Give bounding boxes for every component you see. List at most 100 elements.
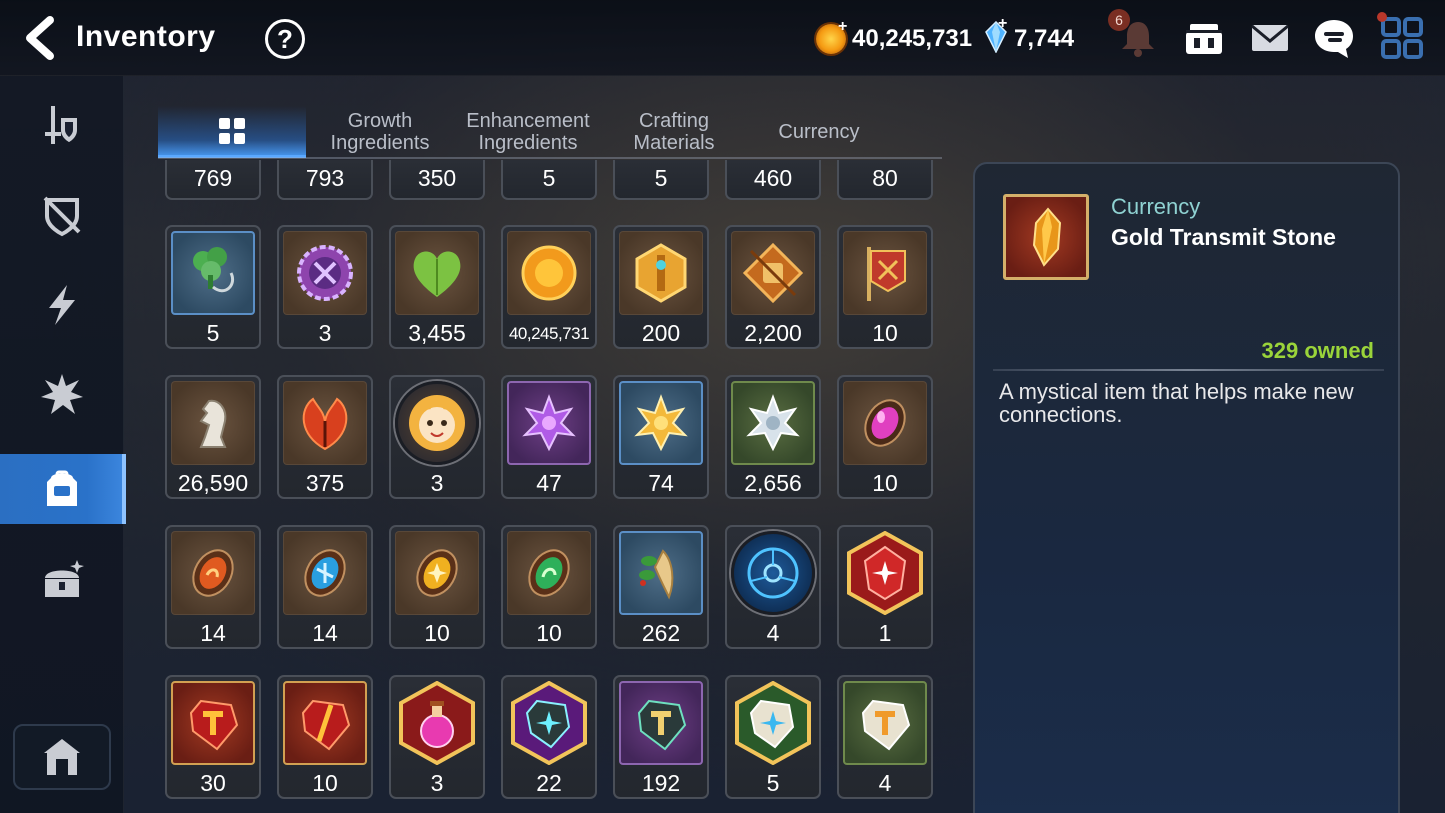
item-quantity: 5 (766, 770, 780, 796)
nav-artifacts[interactable] (0, 180, 124, 250)
item-slot[interactable]: 74 (613, 375, 709, 499)
item-quantity: 1 (878, 620, 892, 646)
item-quantity: 10 (536, 620, 562, 646)
item-slot[interactable]: 4 (837, 675, 933, 799)
item-quantity: 3,455 (408, 320, 466, 346)
nav-equipment[interactable] (0, 90, 124, 160)
nav-catalysts[interactable] (0, 270, 124, 340)
blue-circuit-icon (747, 547, 799, 599)
item-quantity: 200 (641, 320, 681, 346)
item-slot[interactable]: 5 (501, 160, 597, 200)
nav-materials[interactable] (0, 454, 126, 524)
item-slot[interactable]: 375 (277, 375, 373, 499)
item-slot[interactable]: 26,590 (165, 375, 261, 499)
item-quantity: 769 (193, 165, 233, 191)
detail-item-name: Gold Transmit Stone (1111, 224, 1336, 250)
red-transmit-stone-icon (301, 699, 351, 751)
item-slot[interactable]: 793 (277, 160, 373, 200)
clover-pendant-icon (193, 247, 234, 293)
item-slot[interactable]: 5 (613, 160, 709, 200)
item-quantity: 14 (200, 620, 226, 646)
red-star-hex-icon (847, 531, 923, 615)
fire-rune-icon (192, 549, 234, 597)
chat-icon[interactable] (1312, 16, 1356, 60)
red-leaf-icon (302, 397, 348, 451)
tab-all[interactable] (158, 106, 306, 158)
item-slot[interactable]: 47 (501, 375, 597, 499)
item-slot[interactable]: 4 (725, 525, 821, 649)
tab-growth-ingredients[interactable]: Growth Ingredients (308, 106, 452, 158)
house-storage-icon (44, 739, 80, 775)
item-slot[interactable]: 3 (389, 675, 485, 799)
item-quantity: 14 (312, 620, 338, 646)
pink-gem-icon (864, 399, 906, 447)
item-slot[interactable]: 3 (277, 225, 373, 349)
item-quantity: 10 (872, 320, 898, 346)
storage-button[interactable] (13, 724, 111, 790)
backpack-icon (47, 470, 77, 506)
item-quantity: 10 (872, 470, 898, 496)
all-items-grid-icon (219, 117, 245, 144)
item-slot[interactable]: 80 (837, 160, 933, 200)
item-slot[interactable]: 460 (725, 160, 821, 200)
nav-chest[interactable] (0, 546, 124, 616)
menu-grid-icon[interactable] (1380, 16, 1424, 60)
help-button[interactable]: ? (265, 19, 305, 59)
item-slot[interactable]: 200 (613, 225, 709, 349)
menu-alert-dot (1377, 12, 1387, 22)
light-rune-icon (416, 549, 458, 597)
item-quantity: 30 (200, 770, 226, 796)
item-slot[interactable]: 262 (613, 525, 709, 649)
crystal-resource[interactable]: + 7,744 (984, 15, 1074, 56)
nav-sets[interactable] (0, 360, 124, 430)
item-grid: 769 793 350 5 5 460 80 5 3 3,455 40,245,… (158, 160, 942, 813)
shop-icon[interactable] (1182, 16, 1226, 60)
back-arrow-icon[interactable] (20, 14, 64, 62)
item-slot[interactable]: 10 (277, 675, 373, 799)
gold-resource[interactable]: + 40,245,731 (816, 18, 973, 56)
item-slot[interactable]: 2,656 (725, 375, 821, 499)
purple-stone-icon (637, 699, 687, 751)
item-quantity: 47 (536, 470, 562, 496)
add-crystal-icon[interactable]: + (998, 15, 1007, 33)
item-slot[interactable]: 5 (165, 225, 261, 349)
item-slot[interactable]: 3,455 (389, 225, 485, 349)
gold-lotus-icon (634, 394, 688, 452)
item-quantity: 4 (766, 620, 780, 646)
item-quantity: 460 (753, 165, 793, 191)
item-slot[interactable]: 14 (277, 525, 373, 649)
item-slot[interactable]: 30 (165, 675, 261, 799)
item-slot[interactable]: 769 (165, 160, 261, 200)
tab-enhancement-ingredients[interactable]: Enhancement Ingredients (454, 106, 602, 158)
item-quantity: 22 (536, 770, 562, 796)
item-slot[interactable]: 192 (613, 675, 709, 799)
silver-lotus-icon (746, 394, 800, 452)
item-quantity: 26,590 (177, 470, 249, 496)
sword-shield-icon (45, 106, 77, 144)
item-slot[interactable]: 3 (389, 375, 485, 499)
gold-transmit-stone-crystal-icon (1032, 207, 1062, 267)
item-slot[interactable]: 10 (837, 225, 933, 349)
fist-emblem-icon (742, 242, 804, 304)
item-slot[interactable]: 22 (501, 675, 597, 799)
item-slot[interactable]: 5 (725, 675, 821, 799)
item-quantity: 10 (424, 620, 450, 646)
gold-emblem-icon (635, 243, 687, 303)
item-slot[interactable]: 14 (165, 525, 261, 649)
item-slot[interactable]: 350 (389, 160, 485, 200)
item-quantity: 192 (641, 770, 681, 796)
item-slot[interactable]: 10 (501, 525, 597, 649)
item-slot[interactable]: 2,200 (725, 225, 821, 349)
item-slot[interactable]: 10 (837, 375, 933, 499)
tab-currency[interactable]: Currency (748, 106, 890, 158)
mail-icon[interactable] (1248, 16, 1292, 60)
item-slot[interactable]: 1 (837, 525, 933, 649)
tab-crafting-materials[interactable]: Crafting Materials (604, 106, 744, 158)
war-banner-icon (867, 247, 906, 301)
gold-amount: 40,245,731 (852, 25, 973, 52)
add-gold-icon[interactable]: + (838, 18, 847, 36)
item-slot[interactable]: 10 (389, 525, 485, 649)
category-tabs: Growth Ingredients Enhancement Ingredien… (158, 100, 942, 160)
item-detail-panel: Currency Gold Transmit Stone 329 owned A… (973, 162, 1400, 813)
item-slot[interactable]: 40,245,731 (501, 225, 597, 349)
